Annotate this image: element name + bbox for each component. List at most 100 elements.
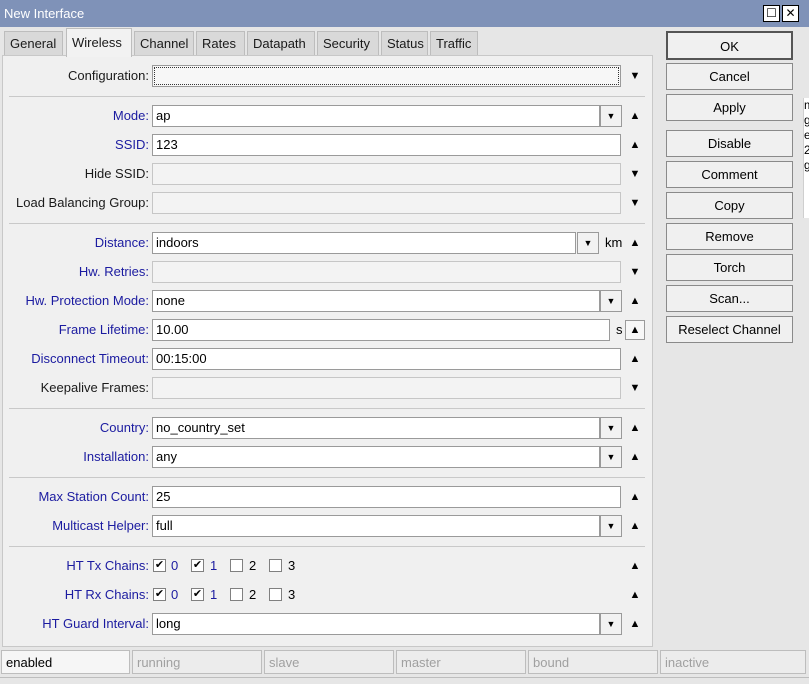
collapse-up-icon[interactable]: ▲	[628, 450, 642, 464]
comment-button[interactable]: Comment	[666, 161, 793, 188]
collapse-up-icon[interactable]: ▲	[628, 617, 642, 631]
installation-select[interactable]: any	[152, 446, 600, 468]
tab-channel[interactable]: Channel	[134, 31, 194, 56]
configuration-label: Configuration:	[68, 68, 149, 83]
separator	[9, 223, 645, 224]
expand-down-icon[interactable]: ▼	[628, 265, 642, 279]
mode-select[interactable]: ap	[152, 105, 600, 127]
country-label: Country:	[99, 420, 149, 435]
installation-row: Installation: any ▼ ▲	[3, 445, 654, 469]
tab-general[interactable]: General	[4, 31, 63, 56]
ht-guard-interval-select[interactable]: long	[152, 613, 600, 635]
configuration-field[interactable]	[152, 65, 621, 87]
keepalive-frames-label: Keepalive Frames:	[40, 380, 149, 395]
torch-button[interactable]: Torch	[666, 254, 793, 281]
load-balancing-group-field[interactable]	[152, 192, 621, 214]
ht-rx-chains-label: HT Rx Chains:	[64, 587, 149, 602]
ht-rx-chains-row: HT Rx Chains: ✔ 0 ✔ 1 2 3 ▲	[3, 583, 654, 607]
collapse-up-icon[interactable]: ▲	[628, 519, 642, 533]
mode-label: Mode:	[112, 108, 149, 123]
distance-label: Distance:	[94, 235, 149, 250]
tx-chain-0-checkbox[interactable]: ✔	[153, 559, 166, 572]
mode-dropdown-icon[interactable]: ▼	[600, 105, 622, 127]
multicast-helper-dropdown-icon[interactable]: ▼	[600, 515, 622, 537]
hw-protection-mode-dropdown-icon[interactable]: ▼	[600, 290, 622, 312]
window-bottom-edge	[0, 677, 809, 684]
collapse-up-icon[interactable]: ▲	[628, 559, 642, 573]
collapse-up-icon[interactable]: ▲	[628, 236, 642, 250]
tx-chain-2-label: 2	[249, 558, 257, 573]
tab-datapath[interactable]: Datapath	[247, 31, 315, 56]
collapse-up-icon[interactable]: ▲	[628, 109, 642, 123]
tab-traffic[interactable]: Traffic	[430, 31, 478, 56]
country-select[interactable]: no_country_set	[152, 417, 600, 439]
rx-chain-3-checkbox[interactable]	[269, 588, 282, 601]
tx-chain-2-checkbox[interactable]	[230, 559, 243, 572]
distance-select[interactable]: indoors	[152, 232, 576, 254]
distance-dropdown-icon[interactable]: ▼	[577, 232, 599, 254]
frame-lifetime-field[interactable]: 10.00	[152, 319, 610, 341]
frame-lifetime-label: Frame Lifetime:	[58, 322, 149, 337]
ok-button[interactable]: OK	[666, 31, 793, 60]
rx-chain-2-checkbox[interactable]	[230, 588, 243, 601]
tx-chain-3-checkbox[interactable]	[269, 559, 282, 572]
distance-unit: km	[605, 235, 623, 250]
expand-down-icon[interactable]: ▼	[628, 69, 642, 83]
expand-down-icon[interactable]: ▼	[628, 167, 642, 181]
tab-wireless[interactable]: Wireless	[66, 28, 132, 57]
expand-down-icon[interactable]: ▼	[628, 381, 642, 395]
collapse-up-icon[interactable]: ▲	[628, 352, 642, 366]
hw-retries-field[interactable]	[152, 261, 621, 283]
hw-protection-mode-label: Hw. Protection Mode:	[25, 293, 149, 308]
frame-lifetime-unit: s	[616, 322, 623, 337]
collapse-up-icon[interactable]: ▲	[628, 588, 642, 602]
tx-chain-3-label: 3	[288, 558, 296, 573]
hide-ssid-row: Hide SSID: ▼	[3, 162, 654, 186]
tab-rates[interactable]: Rates	[196, 31, 245, 56]
apply-button[interactable]: Apply	[666, 94, 793, 121]
status-enabled: enabled	[1, 650, 130, 674]
rx-chain-1-checkbox[interactable]: ✔	[191, 588, 204, 601]
title-bar: New Interface ☐ ✕	[0, 0, 809, 27]
close-button[interactable]: ✕	[782, 5, 799, 22]
collapse-up-icon[interactable]: ▲	[628, 490, 642, 504]
country-dropdown-icon[interactable]: ▼	[600, 417, 622, 439]
hw-protection-mode-select[interactable]: none	[152, 290, 600, 312]
rx-chain-3-label: 3	[288, 587, 296, 602]
maximize-button[interactable]: ☐	[763, 5, 780, 22]
expand-down-icon[interactable]: ▼	[628, 196, 642, 210]
load-balancing-group-label: Load Balancing Group:	[16, 195, 149, 210]
ht-guard-interval-dropdown-icon[interactable]: ▼	[600, 613, 622, 635]
max-station-count-label: Max Station Count:	[38, 489, 149, 504]
remove-button[interactable]: Remove	[666, 223, 793, 250]
keepalive-frames-row: Keepalive Frames: ▼	[3, 376, 654, 400]
cancel-button[interactable]: Cancel	[666, 63, 793, 90]
keepalive-frames-field[interactable]	[152, 377, 621, 399]
copy-button[interactable]: Copy	[666, 192, 793, 219]
disconnect-timeout-field[interactable]: 00:15:00	[152, 348, 621, 370]
hide-ssid-field[interactable]	[152, 163, 621, 185]
tab-security[interactable]: Security	[317, 31, 379, 56]
ssid-field[interactable]: 123	[152, 134, 621, 156]
rx-chain-0-checkbox[interactable]: ✔	[153, 588, 166, 601]
collapse-up-icon[interactable]: ▲	[628, 421, 642, 435]
reselect-channel-button[interactable]: Reselect Channel	[666, 316, 793, 343]
collapse-up-icon[interactable]: ▲	[628, 294, 642, 308]
status-slave: slave	[264, 650, 394, 674]
rx-chain-2-label: 2	[249, 587, 257, 602]
country-row: Country: no_country_set ▼ ▲	[3, 416, 654, 440]
background-window-edge: m g e 2 g	[803, 98, 809, 218]
disconnect-timeout-label: Disconnect Timeout:	[31, 351, 149, 366]
tx-chain-1-checkbox[interactable]: ✔	[191, 559, 204, 572]
ht-guard-interval-row: HT Guard Interval: long ▼ ▲	[3, 612, 654, 636]
disable-button[interactable]: Disable	[666, 130, 793, 157]
scan-button[interactable]: Scan...	[666, 285, 793, 312]
ssid-label: SSID:	[115, 137, 149, 152]
collapse-up-icon[interactable]: ▲	[625, 320, 645, 340]
installation-dropdown-icon[interactable]: ▼	[600, 446, 622, 468]
collapse-up-icon[interactable]: ▲	[628, 138, 642, 152]
max-station-count-field[interactable]: 25	[152, 486, 621, 508]
multicast-helper-select[interactable]: full	[152, 515, 600, 537]
tab-status[interactable]: Status	[381, 31, 428, 56]
hw-protection-mode-row: Hw. Protection Mode: none ▼ ▲	[3, 289, 654, 313]
